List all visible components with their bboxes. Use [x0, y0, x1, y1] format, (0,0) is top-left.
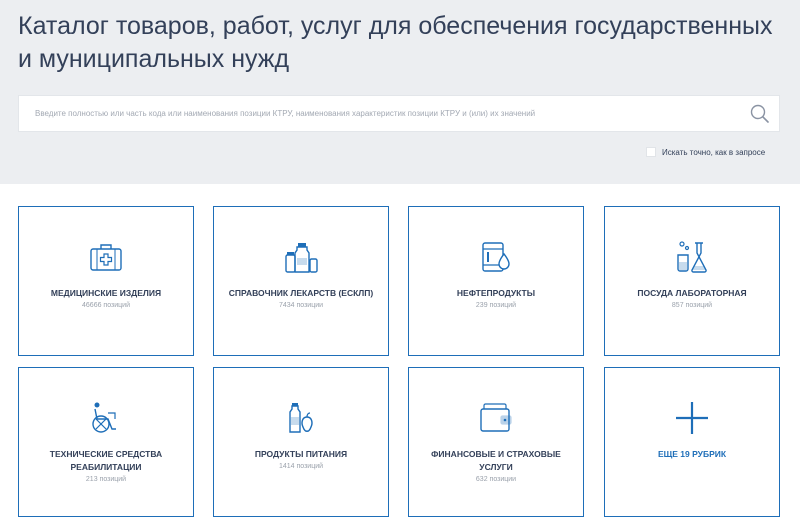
- category-name: ПОСУДА ЛАБОРАТОРНАЯ: [637, 288, 747, 298]
- category-count: 1414 позиций: [278, 463, 324, 470]
- oil-barrel-icon: [482, 242, 510, 272]
- medical-kit-icon: [90, 244, 122, 271]
- search-input[interactable]: [19, 96, 739, 131]
- more-categories-label: ЕЩЕ 19 РУБРИК: [657, 449, 727, 459]
- exact-match-label: Искать точно, как в запросе: [662, 147, 766, 157]
- wheelchair-icon: [92, 402, 116, 433]
- category-count: 857 позиций: [671, 302, 713, 309]
- exact-match-checkbox[interactable]: [646, 147, 656, 157]
- exact-match-option[interactable]: Искать точно, как в запросе: [646, 147, 765, 157]
- category-name: СПРАВОЧНИК ЛЕКАРСТВ (ЕСКЛП): [228, 288, 374, 298]
- category-count: 213 позиций: [85, 476, 127, 483]
- medicine-bottles-icon: [285, 243, 318, 273]
- search-button[interactable]: [749, 103, 771, 125]
- more-categories-card[interactable]: ЕЩЕ 19 РУБРИК: [604, 367, 780, 517]
- category-card-food-products[interactable]: ПРОДУКТЫ ПИТАНИЯ 1414 позиций: [213, 367, 389, 517]
- wallet-icon: [480, 403, 512, 432]
- category-count: 239 позиций: [475, 302, 517, 309]
- search-box: [18, 95, 780, 132]
- lab-flask-icon: [677, 241, 707, 273]
- category-name: ТЕХНИЧЕСКИЕ СРЕДСТВА РЕАБИЛИТАЦИИ: [49, 449, 163, 472]
- search-icon: [750, 104, 769, 123]
- page-title: Каталог товаров, работ, услуг для обеспе…: [18, 12, 773, 73]
- hero-section: Каталог товаров, работ, услуг для обеспе…: [0, 0, 800, 184]
- category-card-oil-products[interactable]: НЕФТЕПРОДУКТЫ 239 позиций: [408, 206, 584, 356]
- category-card-finance-insurance[interactable]: ФИНАНСОВЫЕ И СТРАХОВЫЕ УСЛУГИ 632 позици…: [408, 367, 584, 517]
- category-card-lab-glassware[interactable]: ПОСУДА ЛАБОРАТОРНАЯ 857 позиций: [604, 206, 780, 356]
- category-name: НЕФТЕПРОДУКТЫ: [456, 288, 536, 298]
- category-count: 632 позиции: [475, 476, 517, 483]
- category-name: МЕДИЦИНСКИЕ ИЗДЕЛИЯ: [50, 288, 162, 298]
- category-count: 7434 позиции: [278, 302, 324, 309]
- category-card-medical-devices[interactable]: МЕДИЦИНСКИЕ ИЗДЕЛИЯ 46666 позиций: [18, 206, 194, 356]
- plus-icon: [676, 402, 708, 434]
- category-card-rehabilitation[interactable]: ТЕХНИЧЕСКИЕ СРЕДСТВА РЕАБИЛИТАЦИИ 213 по…: [18, 367, 194, 517]
- category-name: ПРОДУКТЫ ПИТАНИЯ: [254, 449, 348, 459]
- category-name: ФИНАНСОВЫЕ И СТРАХОВЫЕ УСЛУГИ: [431, 449, 561, 472]
- category-card-medicines[interactable]: СПРАВОЧНИК ЛЕКАРСТВ (ЕСКЛП) 7434 позиции: [213, 206, 389, 356]
- category-count: 46666 позиций: [82, 302, 130, 309]
- food-products-icon: [289, 403, 313, 433]
